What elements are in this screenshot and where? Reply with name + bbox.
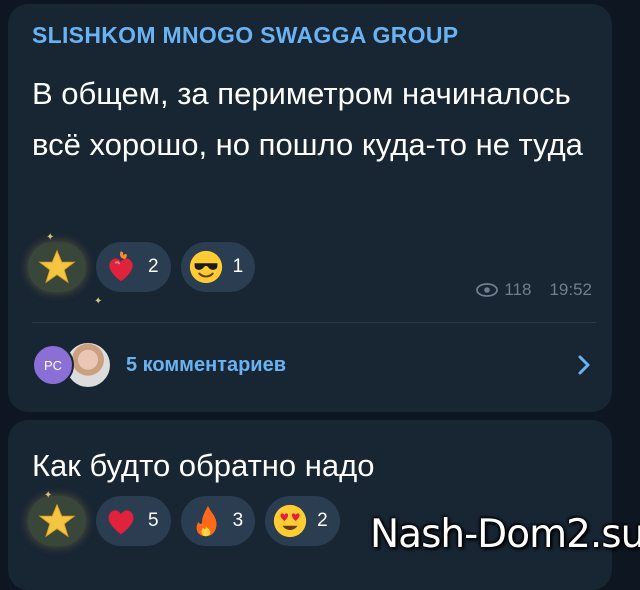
star-reaction[interactable] [28, 242, 86, 292]
message-bubble-2: Как будто обратно надо 5 3 2 ✦ [8, 420, 612, 590]
reaction-fire[interactable]: 3 [180, 496, 256, 546]
star-icon [38, 503, 76, 538]
reaction-count: 2 [317, 510, 328, 531]
sparkle-decoration: ✦ [44, 490, 53, 501]
heart-on-fire-icon [109, 251, 133, 282]
reactions-row: 2 1 [28, 242, 256, 292]
reaction-count: 3 [232, 510, 244, 531]
sparkle-decoration: ✦ [46, 232, 55, 243]
sparkle-decoration: ✦ [94, 296, 103, 307]
view-count: 118 [504, 280, 532, 299]
message-bubble-1: SLISHKOM MNOGO SWAGGA GROUP В общем, за … [8, 4, 612, 412]
reaction-sunglasses[interactable]: 1 [180, 242, 256, 292]
reaction-count: 2 [148, 256, 159, 277]
reaction-heart-on-fire[interactable]: 2 [96, 242, 171, 292]
message-meta: 118 19:52 [476, 280, 592, 300]
reaction-red-heart[interactable]: 5 [96, 496, 171, 546]
divider [32, 322, 596, 323]
reaction-heart-eyes[interactable]: 2 [265, 496, 340, 546]
heart-eyes-icon [274, 504, 307, 538]
reactions-row: 5 3 2 [28, 496, 340, 546]
sunglasses-face-icon [189, 250, 222, 284]
red-heart-icon [108, 510, 134, 535]
message-text: В общем, за периметром начиналось всё хо… [32, 76, 583, 162]
channel-name[interactable]: SLISHKOM MNOGO SWAGGA GROUP [32, 22, 458, 49]
chevron-right-icon [578, 355, 590, 375]
reaction-count: 5 [148, 510, 159, 531]
comments-label: 5 комментариев [126, 353, 287, 376]
comments-button[interactable]: PC 5 комментариев [32, 332, 596, 398]
message-time: 19:52 [549, 280, 592, 299]
message-text: Как будто обратно надо [32, 448, 375, 483]
reaction-count: 1 [232, 256, 244, 277]
star-reaction[interactable] [28, 496, 86, 546]
fire-icon [196, 505, 217, 537]
watermark: Nash-Dom2.su [370, 512, 640, 557]
eye-icon [476, 283, 499, 297]
star-icon [38, 249, 76, 284]
avatar: PC [32, 344, 74, 386]
